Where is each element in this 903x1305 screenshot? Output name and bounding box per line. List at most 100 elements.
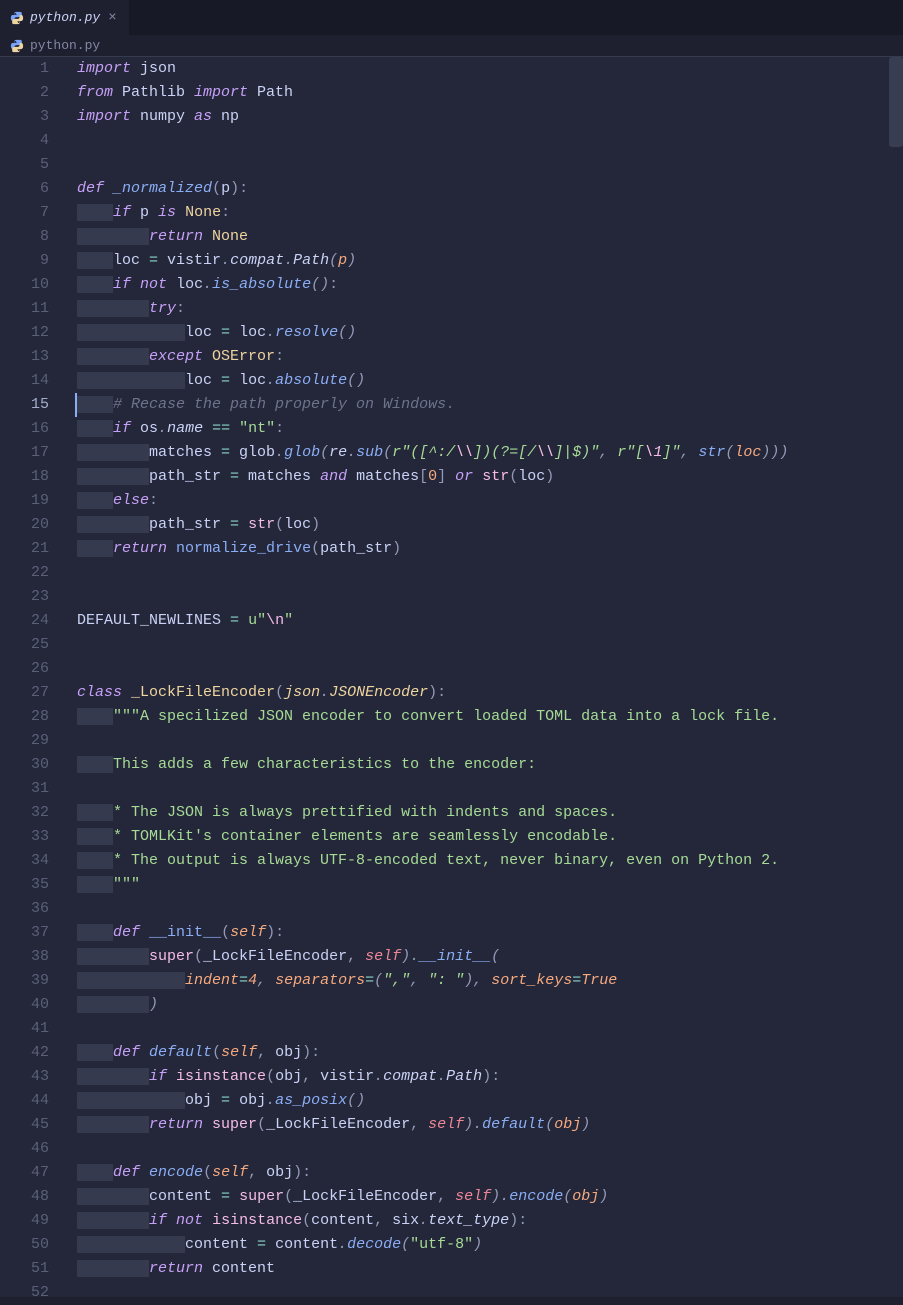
token-text: loc — [113, 252, 149, 269]
code-line[interactable] — [77, 1281, 903, 1305]
code-line[interactable]: # Recase the path properly on Windows. — [75, 393, 903, 417]
code-line[interactable]: if p is None: — [77, 201, 903, 225]
code-line[interactable]: return super(_LockFileEncoder, self).def… — [77, 1113, 903, 1137]
code-line[interactable] — [77, 1137, 903, 1161]
code-line[interactable]: * The output is always UTF-8-encoded tex… — [77, 849, 903, 873]
line-number: 47 — [0, 1161, 49, 1185]
token-num: 0 — [428, 468, 437, 485]
token-op-it: = — [572, 972, 581, 989]
indent-guide — [77, 756, 113, 773]
code-line[interactable]: return None — [77, 225, 903, 249]
breadcrumb[interactable]: python.py — [0, 35, 903, 57]
token-kw: else — [113, 492, 149, 509]
token-text-it: text_type — [428, 1212, 509, 1229]
tab-bar: python.py × — [0, 0, 903, 35]
token-param-it: loc — [734, 444, 761, 461]
code-line[interactable]: * TOMLKit's container elements are seaml… — [77, 825, 903, 849]
code-line[interactable] — [77, 729, 903, 753]
token-punct: ( — [266, 1068, 275, 1085]
code-line[interactable] — [77, 585, 903, 609]
code-line[interactable]: This adds a few characteristics to the e… — [77, 753, 903, 777]
token-punct-it: ). — [401, 948, 419, 965]
code-line[interactable]: indent=4, separators=(",", ": "), sort_k… — [77, 969, 903, 993]
code-line[interactable]: path_str = matches and matches[0] or str… — [77, 465, 903, 489]
line-number: 4 — [0, 129, 49, 153]
code-line[interactable]: loc = loc.absolute() — [77, 369, 903, 393]
token-kw: def — [113, 1044, 140, 1061]
code-line[interactable]: DEFAULT_NEWLINES = u"\n" — [77, 609, 903, 633]
code-line[interactable]: """ — [77, 873, 903, 897]
code-line[interactable] — [77, 633, 903, 657]
line-number: 10 — [0, 273, 49, 297]
token-fn-it: decode — [347, 1236, 401, 1253]
code-line[interactable]: content = content.decode("utf-8") — [77, 1233, 903, 1257]
token-punct: ( — [212, 180, 221, 197]
token-kw: as — [194, 108, 212, 125]
code-line[interactable]: matches = glob.glob(re.sub(r"([^:/\\])(?… — [77, 441, 903, 465]
code-line[interactable]: except OSError: — [77, 345, 903, 369]
code-line[interactable]: def _normalized(p): — [77, 177, 903, 201]
tab-python[interactable]: python.py × — [0, 0, 129, 35]
token-punct-it: ( — [320, 444, 329, 461]
code-line[interactable]: if not isinstance(content, six.text_type… — [77, 1209, 903, 1233]
code-line[interactable]: return normalize_drive(path_str) — [77, 537, 903, 561]
code-line[interactable]: if not loc.is_absolute(): — [77, 273, 903, 297]
token-punct-it: . — [266, 324, 275, 341]
close-icon[interactable]: × — [106, 6, 118, 30]
token-param-it: obj — [554, 1116, 581, 1133]
code-line[interactable]: content = super(_LockFileEncoder, self).… — [77, 1185, 903, 1209]
code-line[interactable]: def encode(self, obj): — [77, 1161, 903, 1185]
indent-guide — [77, 276, 113, 293]
code-line[interactable] — [77, 153, 903, 177]
code-line[interactable]: if os.name == "nt": — [77, 417, 903, 441]
token-esc: \n — [266, 612, 284, 629]
code-line[interactable]: return content — [77, 1257, 903, 1281]
line-number: 37 — [0, 921, 49, 945]
code-line[interactable]: * The JSON is always prettified with ind… — [77, 801, 903, 825]
token-text — [473, 468, 482, 485]
line-number: 40 — [0, 993, 49, 1017]
line-number: 22 — [0, 561, 49, 585]
token-punct-it: , — [257, 972, 275, 989]
indent-guide — [77, 708, 113, 725]
code-line[interactable]: """A specilized JSON encoder to convert … — [77, 705, 903, 729]
code-line[interactable]: super(_LockFileEncoder, self).__init__( — [77, 945, 903, 969]
token-param-it: p — [338, 252, 347, 269]
token-punct: ( — [284, 1188, 293, 1205]
indent-guide — [77, 924, 113, 941]
code-line[interactable]: obj = obj.as_posix() — [77, 1089, 903, 1113]
scrollbar-thumb[interactable] — [889, 57, 903, 147]
code-line[interactable]: ) — [77, 993, 903, 1017]
code-line[interactable] — [77, 777, 903, 801]
code-line[interactable]: try: — [77, 297, 903, 321]
code-line[interactable] — [77, 129, 903, 153]
indent-guide — [77, 420, 113, 437]
code-line[interactable]: loc = vistir.compat.Path(p) — [77, 249, 903, 273]
token-op: = — [221, 444, 230, 461]
token-punct: , — [248, 1164, 266, 1181]
code-line[interactable]: path_str = str(loc) — [77, 513, 903, 537]
code-line[interactable]: if isinstance(obj, vistir.compat.Path): — [77, 1065, 903, 1089]
code-line[interactable] — [77, 1017, 903, 1041]
code-line[interactable] — [77, 561, 903, 585]
code-line[interactable]: from Pathlib import Path — [77, 81, 903, 105]
code-line[interactable]: import numpy as np — [77, 105, 903, 129]
token-text — [122, 684, 131, 701]
token-text: obj — [275, 1044, 302, 1061]
token-punct-it: . — [320, 684, 329, 701]
code-line[interactable]: else: — [77, 489, 903, 513]
code-line[interactable]: class _LockFileEncoder(json.JSONEncoder)… — [77, 681, 903, 705]
code-line[interactable]: def default(self, obj): — [77, 1041, 903, 1065]
token-kw: if — [113, 204, 131, 221]
code-line[interactable]: loc = loc.resolve() — [77, 321, 903, 345]
code-line[interactable]: import json — [77, 57, 903, 81]
line-number: 25 — [0, 633, 49, 657]
code-line[interactable] — [77, 657, 903, 681]
code-line[interactable] — [77, 897, 903, 921]
token-self-it: self — [428, 1116, 464, 1133]
editor[interactable]: 1234567891011121314151617181920212223242… — [0, 57, 903, 1297]
token-builtin: str — [248, 516, 275, 533]
token-fn-it: __init__ — [419, 948, 491, 965]
code-line[interactable]: def __init__(self): — [77, 921, 903, 945]
code-area[interactable]: import jsonfrom Pathlib import Pathimpor… — [57, 57, 903, 1297]
